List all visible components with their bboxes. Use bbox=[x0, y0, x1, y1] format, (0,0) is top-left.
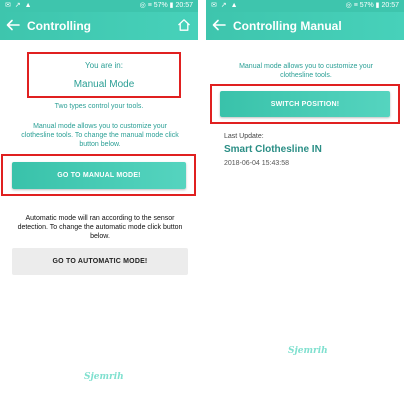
back-arrow-icon[interactable] bbox=[211, 17, 227, 33]
controlling-screen: ✉ ↗ ▲ ◎ ≡ 57% ▮ 20:57 Controlling You ar… bbox=[0, 0, 198, 402]
go-to-manual-mode-button[interactable]: GO TO MANUAL MODE! bbox=[12, 162, 186, 189]
device-status-text: Smart Clothesline IN bbox=[224, 144, 322, 155]
app-bar: Controlling Manual bbox=[206, 12, 404, 40]
status-bar: ✉ ↗ ▲ ◎ ≡ 57% ▮ 20:57 bbox=[0, 0, 198, 12]
status-icons-left: ✉ ↗ ▲ bbox=[5, 2, 33, 9]
last-update-label: Last Update: bbox=[224, 133, 264, 140]
manual-mode-description: Manual mode allows you to customize your… bbox=[21, 123, 179, 148]
go-to-automatic-mode-button[interactable]: GO TO AUTOMATIC MODE! bbox=[12, 248, 188, 275]
back-arrow-icon[interactable] bbox=[5, 17, 21, 33]
status-bar: ✉ ↗ ▲ ◎ ≡ 57% ▮ 20:57 bbox=[206, 0, 404, 12]
status-icons-left: ✉ ↗ ▲ bbox=[211, 2, 239, 9]
status-icons-right: ◎ ≡ 57% ▮ 20:57 bbox=[345, 2, 399, 9]
automatic-mode-description: Automatic mode will ran according to the… bbox=[17, 215, 183, 240]
controlling-manual-screen: ✉ ↗ ▲ ◎ ≡ 57% ▮ 20:57 Controlling Manual… bbox=[206, 0, 404, 402]
current-mode-label: Manual Mode bbox=[73, 79, 135, 90]
switch-position-button[interactable]: SWITCH POSITION! bbox=[220, 91, 390, 117]
manual-mode-description: Manual mode allows you to customize your… bbox=[239, 63, 373, 79]
home-icon[interactable] bbox=[176, 17, 192, 33]
status-icons-right: ◎ ≡ 57% ▮ 20:57 bbox=[139, 2, 193, 9]
app-logo: Sjemrih bbox=[288, 346, 328, 356]
two-types-text: Two types control your tools. bbox=[54, 103, 144, 110]
mode-highlight-box bbox=[27, 52, 181, 98]
page-title: Controlling Manual bbox=[233, 19, 342, 33]
app-bar: Controlling bbox=[0, 12, 198, 40]
you-are-in-label: You are in: bbox=[85, 61, 123, 70]
app-logo: Sjemrih bbox=[84, 372, 124, 382]
page-title: Controlling bbox=[27, 19, 91, 33]
last-update-timestamp: 2018-06-04 15:43:58 bbox=[224, 160, 289, 167]
